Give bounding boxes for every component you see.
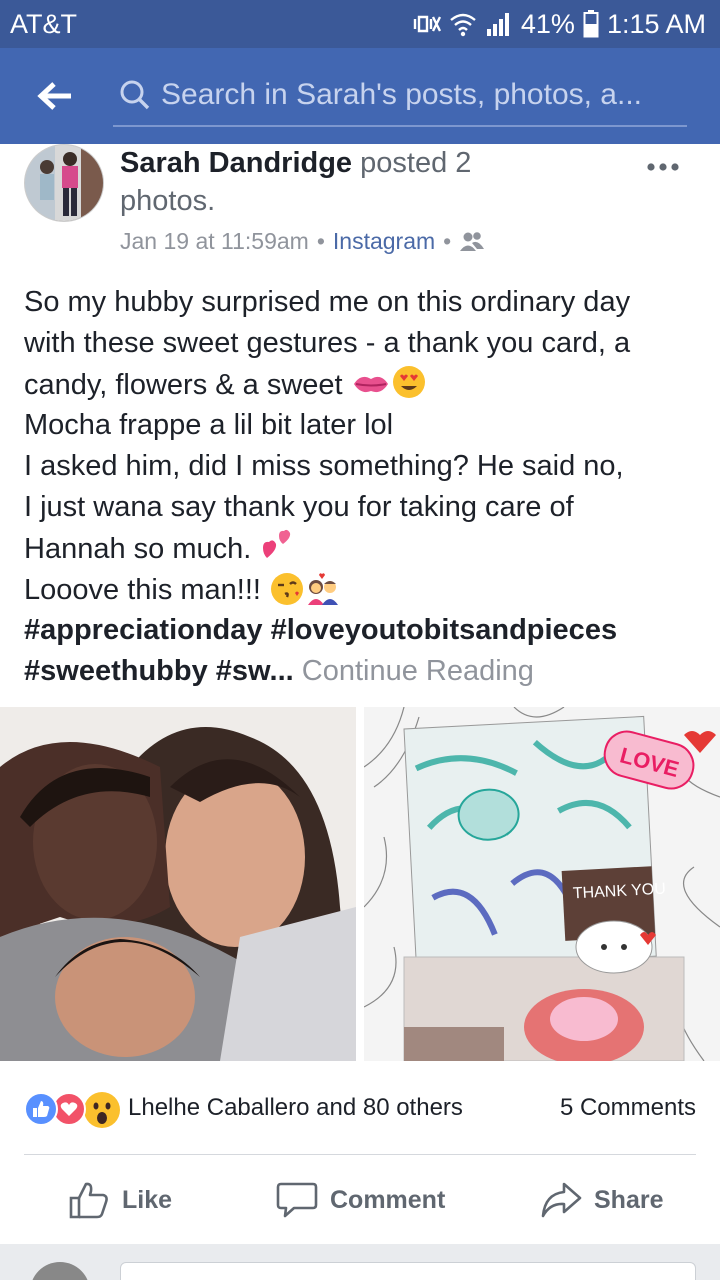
back-arrow-icon [37, 82, 71, 110]
comments-count[interactable]: 5 Comments [560, 1094, 696, 1122]
status-icons: 41% 1:15 AM [413, 9, 706, 40]
post-text-line: Hannah so much. [24, 528, 704, 570]
author-avatar[interactable] [24, 144, 104, 222]
post-body: So my hubby surprised me on this ordinar… [24, 282, 704, 692]
search-icon [120, 80, 150, 110]
like-button[interactable]: Like [68, 1160, 172, 1240]
continue-reading-link[interactable]: Continue Reading [302, 655, 534, 687]
post-text-line: with these sweet gestures - a thank you … [24, 326, 631, 359]
comment-label: Comment [330, 1185, 446, 1214]
search-header [0, 48, 720, 144]
share-icon [541, 1182, 582, 1218]
two-hearts-icon [263, 529, 291, 558]
comment-icon [276, 1182, 318, 1218]
back-button[interactable] [0, 48, 110, 144]
photo-collage[interactable]: THANK YOU LOVE [364, 707, 720, 1061]
post-source[interactable]: Instagram [333, 228, 435, 255]
meta-separator: • [443, 228, 452, 254]
author-line: Sarah Dandridge posted 2 photos. [120, 144, 540, 220]
reactions-summary[interactable]: Lhelhe Caballero and 80 others [128, 1094, 463, 1122]
comment-composer-strip [0, 1244, 720, 1280]
reaction-icons [24, 1092, 124, 1128]
post-text-line: Mocha frappe a lil bit later lol [24, 409, 394, 442]
wifi-icon [450, 13, 476, 37]
wow-reaction-icon [84, 1092, 120, 1128]
post-text-fragment: Hannah so much. [24, 532, 252, 565]
post-text-line: So my hubby surprised me on this ordinar… [24, 286, 631, 318]
post-meta: Jan 19 at 11:59am • Instagram • [120, 228, 485, 255]
post-text-line: #sweethubby #sw... Continue Reading [24, 651, 704, 692]
photo-selfie[interactable] [0, 707, 356, 1061]
share-button[interactable]: Share [540, 1160, 663, 1240]
search-input[interactable] [161, 78, 671, 112]
mute-vibrate-icon [413, 15, 441, 33]
share-label: Share [594, 1185, 664, 1214]
author-name[interactable]: Sarah Dandridge [120, 147, 352, 179]
couple-with-heart-icon [308, 572, 339, 605]
more-dots-icon [647, 163, 679, 171]
friends-icon [460, 231, 485, 251]
battery-icon [583, 10, 599, 38]
comment-button[interactable]: Comment [276, 1160, 445, 1240]
kissing-face-emoji-icon [271, 572, 304, 605]
comment-input[interactable] [120, 1262, 696, 1280]
carrier-label: AT&T [10, 8, 77, 39]
heart-eyes-emoji-icon [392, 365, 425, 398]
hashtags-line[interactable]: #sweethubby #sw... [24, 655, 294, 687]
post-actions: Like Comment Share [0, 1160, 720, 1240]
clock: 1:15 AM [606, 8, 706, 39]
like-label: Like [122, 1185, 173, 1214]
meta-separator: • [316, 228, 325, 254]
post-text-line: Looove this man!!! [24, 570, 704, 611]
like-icon [69, 1182, 108, 1219]
battery-percent: 41% [520, 8, 575, 39]
signal-icon [486, 13, 509, 36]
post-text-line: I asked him, did I miss something? He sa… [24, 450, 624, 483]
reactions-bar[interactable]: Lhelhe Caballero and 80 others 5 Comment… [0, 1088, 720, 1132]
search-box[interactable] [113, 65, 687, 127]
more-options-button[interactable] [646, 148, 680, 179]
post-header: Sarah Dandridge posted 2 photos. Jan 19 … [0, 144, 720, 264]
divider [24, 1154, 696, 1155]
post-text-line: candy, flowers & a sweet [24, 364, 704, 406]
photo-grid: THANK YOU LOVE [0, 707, 720, 1061]
commenter-avatar [30, 1262, 90, 1280]
post-text-line: I just wana say thank you for taking car… [24, 490, 574, 523]
kiss-mark-icon [353, 376, 388, 392]
post-timestamp[interactable]: Jan 19 at 11:59am [120, 228, 309, 255]
like-reaction-icon [24, 1092, 58, 1126]
hashtags-line[interactable]: #appreciationday #loveyoutobitsandpieces [24, 610, 704, 651]
status-bar: AT&T 41% 1:15 AM [0, 0, 720, 48]
post-text-fragment: candy, flowers & a sweet [24, 368, 343, 401]
post-text-fragment: Looove this man!!! [24, 573, 261, 606]
